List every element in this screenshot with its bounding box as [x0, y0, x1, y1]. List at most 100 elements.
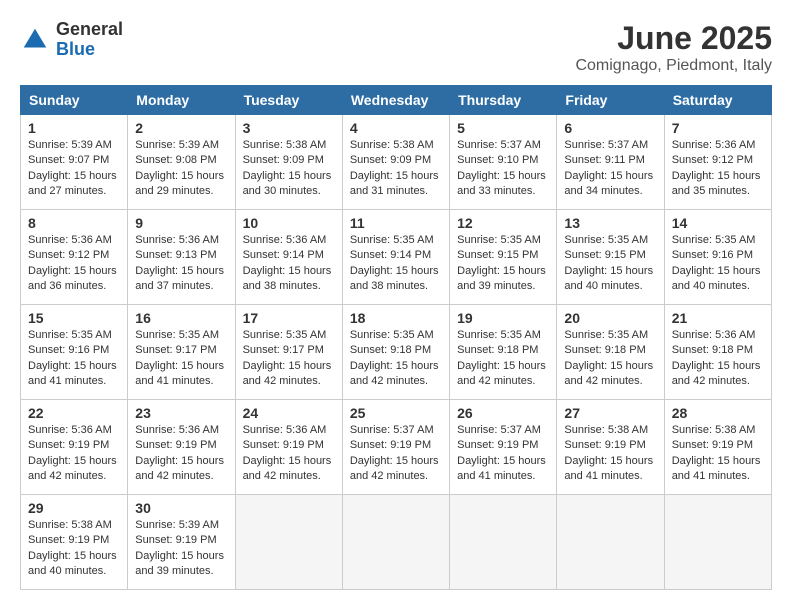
- day-number: 12: [457, 215, 549, 231]
- table-row: 14 Sunrise: 5:35 AM Sunset: 9:16 PM Dayl…: [664, 210, 771, 305]
- table-row: 12 Sunrise: 5:35 AM Sunset: 9:15 PM Dayl…: [450, 210, 557, 305]
- day-info: Sunrise: 5:35 AM Sunset: 9:14 PM Dayligh…: [350, 233, 442, 295]
- day-info: Sunrise: 5:35 AM Sunset: 9:18 PM Dayligh…: [350, 328, 442, 390]
- day-number: 24: [243, 405, 335, 421]
- logo-general: General: [56, 20, 123, 40]
- day-info: Sunrise: 5:39 AM Sunset: 9:07 PM Dayligh…: [28, 138, 120, 200]
- table-row: 17 Sunrise: 5:35 AM Sunset: 9:17 PM Dayl…: [235, 305, 342, 400]
- table-row: [235, 495, 342, 590]
- calendar-week-row: 22 Sunrise: 5:36 AM Sunset: 9:19 PM Dayl…: [21, 400, 772, 495]
- col-friday: Friday: [557, 86, 664, 115]
- day-number: 29: [28, 500, 120, 516]
- day-number: 27: [564, 405, 656, 421]
- day-number: 6: [564, 120, 656, 136]
- table-row: 27 Sunrise: 5:38 AM Sunset: 9:19 PM Dayl…: [557, 400, 664, 495]
- day-info: Sunrise: 5:35 AM Sunset: 9:15 PM Dayligh…: [564, 233, 656, 295]
- col-wednesday: Wednesday: [342, 86, 449, 115]
- day-number: 21: [672, 310, 764, 326]
- table-row: 22 Sunrise: 5:36 AM Sunset: 9:19 PM Dayl…: [21, 400, 128, 495]
- table-row: 19 Sunrise: 5:35 AM Sunset: 9:18 PM Dayl…: [450, 305, 557, 400]
- day-number: 23: [135, 405, 227, 421]
- day-number: 20: [564, 310, 656, 326]
- day-info: Sunrise: 5:39 AM Sunset: 9:19 PM Dayligh…: [135, 518, 227, 580]
- day-info: Sunrise: 5:36 AM Sunset: 9:13 PM Dayligh…: [135, 233, 227, 295]
- day-info: Sunrise: 5:36 AM Sunset: 9:12 PM Dayligh…: [28, 233, 120, 295]
- table-row: 18 Sunrise: 5:35 AM Sunset: 9:18 PM Dayl…: [342, 305, 449, 400]
- col-sunday: Sunday: [21, 86, 128, 115]
- table-row: 23 Sunrise: 5:36 AM Sunset: 9:19 PM Dayl…: [128, 400, 235, 495]
- day-number: 17: [243, 310, 335, 326]
- table-row: 9 Sunrise: 5:36 AM Sunset: 9:13 PM Dayli…: [128, 210, 235, 305]
- title-area: June 2025 Comignago, Piedmont, Italy: [575, 20, 772, 75]
- day-number: 2: [135, 120, 227, 136]
- day-info: Sunrise: 5:37 AM Sunset: 9:19 PM Dayligh…: [350, 423, 442, 485]
- day-number: 8: [28, 215, 120, 231]
- table-row: 11 Sunrise: 5:35 AM Sunset: 9:14 PM Dayl…: [342, 210, 449, 305]
- col-saturday: Saturday: [664, 86, 771, 115]
- col-thursday: Thursday: [450, 86, 557, 115]
- day-number: 5: [457, 120, 549, 136]
- col-tuesday: Tuesday: [235, 86, 342, 115]
- table-row: [664, 495, 771, 590]
- day-info: Sunrise: 5:35 AM Sunset: 9:15 PM Dayligh…: [457, 233, 549, 295]
- table-row: 6 Sunrise: 5:37 AM Sunset: 9:11 PM Dayli…: [557, 115, 664, 210]
- table-row: 13 Sunrise: 5:35 AM Sunset: 9:15 PM Dayl…: [557, 210, 664, 305]
- table-row: 20 Sunrise: 5:35 AM Sunset: 9:18 PM Dayl…: [557, 305, 664, 400]
- table-row: [342, 495, 449, 590]
- table-row: [450, 495, 557, 590]
- table-row: 3 Sunrise: 5:38 AM Sunset: 9:09 PM Dayli…: [235, 115, 342, 210]
- day-number: 9: [135, 215, 227, 231]
- day-number: 26: [457, 405, 549, 421]
- day-info: Sunrise: 5:35 AM Sunset: 9:18 PM Dayligh…: [564, 328, 656, 390]
- day-number: 1: [28, 120, 120, 136]
- day-number: 7: [672, 120, 764, 136]
- logo: General Blue: [20, 20, 123, 60]
- day-info: Sunrise: 5:37 AM Sunset: 9:10 PM Dayligh…: [457, 138, 549, 200]
- table-row: 24 Sunrise: 5:36 AM Sunset: 9:19 PM Dayl…: [235, 400, 342, 495]
- day-number: 18: [350, 310, 442, 326]
- day-info: Sunrise: 5:38 AM Sunset: 9:19 PM Dayligh…: [672, 423, 764, 485]
- calendar-week-row: 15 Sunrise: 5:35 AM Sunset: 9:16 PM Dayl…: [21, 305, 772, 400]
- day-info: Sunrise: 5:35 AM Sunset: 9:16 PM Dayligh…: [28, 328, 120, 390]
- day-number: 3: [243, 120, 335, 136]
- day-number: 28: [672, 405, 764, 421]
- table-row: 21 Sunrise: 5:36 AM Sunset: 9:18 PM Dayl…: [664, 305, 771, 400]
- day-number: 15: [28, 310, 120, 326]
- table-row: 7 Sunrise: 5:36 AM Sunset: 9:12 PM Dayli…: [664, 115, 771, 210]
- table-row: 28 Sunrise: 5:38 AM Sunset: 9:19 PM Dayl…: [664, 400, 771, 495]
- day-info: Sunrise: 5:36 AM Sunset: 9:12 PM Dayligh…: [672, 138, 764, 200]
- table-row: 29 Sunrise: 5:38 AM Sunset: 9:19 PM Dayl…: [21, 495, 128, 590]
- day-number: 4: [350, 120, 442, 136]
- table-row: [557, 495, 664, 590]
- logo-blue: Blue: [56, 40, 123, 60]
- day-number: 14: [672, 215, 764, 231]
- day-number: 16: [135, 310, 227, 326]
- day-info: Sunrise: 5:38 AM Sunset: 9:09 PM Dayligh…: [350, 138, 442, 200]
- day-info: Sunrise: 5:36 AM Sunset: 9:19 PM Dayligh…: [135, 423, 227, 485]
- table-row: 5 Sunrise: 5:37 AM Sunset: 9:10 PM Dayli…: [450, 115, 557, 210]
- month-title: June 2025: [575, 20, 772, 57]
- day-info: Sunrise: 5:37 AM Sunset: 9:11 PM Dayligh…: [564, 138, 656, 200]
- day-info: Sunrise: 5:36 AM Sunset: 9:14 PM Dayligh…: [243, 233, 335, 295]
- day-info: Sunrise: 5:39 AM Sunset: 9:08 PM Dayligh…: [135, 138, 227, 200]
- day-number: 13: [564, 215, 656, 231]
- day-info: Sunrise: 5:36 AM Sunset: 9:19 PM Dayligh…: [243, 423, 335, 485]
- logo-icon: [20, 25, 50, 55]
- calendar-week-row: 8 Sunrise: 5:36 AM Sunset: 9:12 PM Dayli…: [21, 210, 772, 305]
- day-number: 11: [350, 215, 442, 231]
- header-area: General Blue June 2025 Comignago, Piedmo…: [20, 20, 772, 75]
- col-monday: Monday: [128, 86, 235, 115]
- day-info: Sunrise: 5:37 AM Sunset: 9:19 PM Dayligh…: [457, 423, 549, 485]
- day-number: 25: [350, 405, 442, 421]
- day-info: Sunrise: 5:36 AM Sunset: 9:18 PM Dayligh…: [672, 328, 764, 390]
- day-number: 10: [243, 215, 335, 231]
- calendar-week-row: 1 Sunrise: 5:39 AM Sunset: 9:07 PM Dayli…: [21, 115, 772, 210]
- calendar-header-row: Sunday Monday Tuesday Wednesday Thursday…: [21, 86, 772, 115]
- calendar-week-row: 29 Sunrise: 5:38 AM Sunset: 9:19 PM Dayl…: [21, 495, 772, 590]
- table-row: 30 Sunrise: 5:39 AM Sunset: 9:19 PM Dayl…: [128, 495, 235, 590]
- day-info: Sunrise: 5:38 AM Sunset: 9:19 PM Dayligh…: [28, 518, 120, 580]
- day-info: Sunrise: 5:35 AM Sunset: 9:17 PM Dayligh…: [135, 328, 227, 390]
- day-info: Sunrise: 5:38 AM Sunset: 9:19 PM Dayligh…: [564, 423, 656, 485]
- table-row: 16 Sunrise: 5:35 AM Sunset: 9:17 PM Dayl…: [128, 305, 235, 400]
- day-number: 30: [135, 500, 227, 516]
